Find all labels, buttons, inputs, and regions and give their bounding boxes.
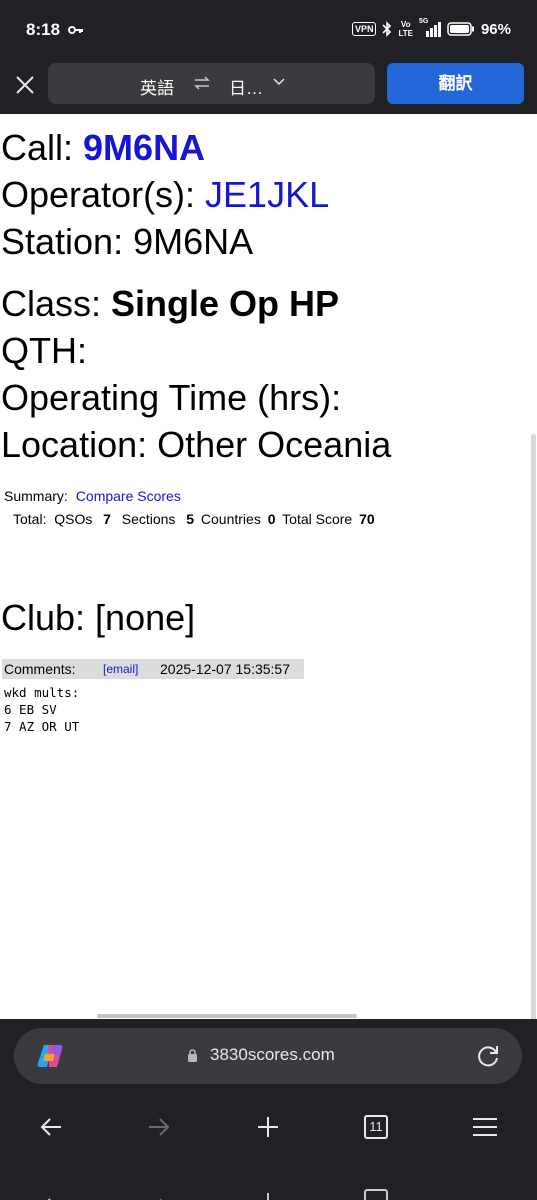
- ghost-plus-icon: [267, 1193, 269, 1200]
- new-tab-plus-icon[interactable]: [250, 1109, 286, 1145]
- close-icon[interactable]: [12, 72, 38, 98]
- countries-value: 0: [267, 511, 276, 527]
- club-label: Club:: [1, 597, 96, 638]
- qsos-label: QSOs: [54, 511, 93, 527]
- club-row: Club: [none]: [1, 594, 195, 641]
- key-icon: [68, 26, 83, 34]
- total-label: Total:: [13, 511, 47, 527]
- comment-line: 6 EB SV: [4, 702, 57, 717]
- browser-bottom-bar: 3830scores.com 11: [0, 1019, 537, 1200]
- menu-icon[interactable]: [467, 1109, 503, 1145]
- qth-row: QTH:: [1, 330, 87, 371]
- qsos-value: 7: [103, 511, 111, 527]
- summary-label: Summary:: [4, 488, 68, 504]
- comments-header: Comments: [email] 2025-12-07 15:35:57: [2, 659, 304, 679]
- totals-row: Total: QSOs 7 Sections 5 Countries 0 Tot…: [13, 511, 378, 527]
- vpn-icon: VPN: [351, 22, 377, 36]
- status-time: 8:18: [26, 20, 61, 39]
- comment-line: 7 AZ OR UT: [4, 719, 80, 734]
- call-label: Call:: [1, 127, 84, 168]
- call-row: Call: 9M6NA: [1, 124, 205, 171]
- page-content: Call: 9M6NA Operator(s): JE1JKL Station:…: [0, 114, 537, 1124]
- status-bar: 8:18 VPN Vo LTE 5G 96%: [0, 0, 537, 62]
- ghost-forward-icon: [159, 1198, 163, 1200]
- reload-icon[interactable]: [474, 1042, 502, 1070]
- compare-scores-link[interactable]: Compare Scores: [76, 488, 181, 504]
- club-value: [none]: [95, 597, 196, 638]
- comments-label: Comments:: [4, 661, 76, 677]
- back-arrow-icon[interactable]: [33, 1109, 69, 1145]
- address-bar[interactable]: 3830scores.com: [14, 1028, 522, 1084]
- ghost-back-icon: [47, 1198, 51, 1200]
- score-label: Total Score: [282, 511, 353, 527]
- forward-arrow-icon[interactable]: [141, 1109, 177, 1145]
- url-text[interactable]: 3830scores.com: [210, 1045, 335, 1065]
- volte-bottom: LTE: [398, 29, 413, 38]
- target-language: 日…: [229, 79, 263, 98]
- lock-icon: [188, 1049, 197, 1062]
- battery-percent: 96%: [480, 20, 511, 38]
- chevron-down-icon: [273, 78, 285, 86]
- translate-button[interactable]: 翻訳: [387, 63, 524, 104]
- translate-toolbar: 英語 日… 翻訳: [0, 62, 537, 114]
- language-selector[interactable]: 英語 日…: [48, 63, 375, 104]
- copilot-icon[interactable]: [35, 1042, 65, 1070]
- station-value: 9M6NA: [133, 221, 254, 262]
- comment-body: wkd mults: 6 EB SV 7 AZ OR UT: [4, 684, 79, 735]
- summary-row: Summary: Compare Scores: [4, 488, 181, 504]
- operator-link[interactable]: JE1JKL: [205, 174, 329, 215]
- operators-label: Operator(s):: [1, 174, 206, 215]
- tab-switcher-button[interactable]: 11: [364, 1115, 388, 1139]
- 5g-signal-icon: 5G: [419, 18, 441, 37]
- navigation-row: 11: [0, 1109, 537, 1145]
- comment-timestamp: 2025-12-07 15:35:57: [160, 661, 290, 677]
- class-value: Single Op HP: [111, 283, 340, 324]
- comment-line: wkd mults:: [4, 685, 80, 700]
- volte-top: Vo: [400, 20, 411, 29]
- horizontal-scrollbar[interactable]: [97, 1014, 357, 1018]
- station-label: Station:: [1, 221, 134, 262]
- operating-time-row: Operating Time (hrs):: [1, 377, 342, 418]
- ghost-navigation-row: [0, 1189, 537, 1200]
- operators-row: Operator(s): JE1JKL: [1, 171, 329, 218]
- class-row: Class: Single Op HP: [1, 280, 339, 327]
- score-value: 70: [359, 511, 375, 527]
- source-language: 英語: [140, 79, 174, 98]
- sections-value: 5: [186, 511, 195, 527]
- sections-label: Sections: [121, 511, 176, 527]
- countries-label: Countries: [200, 511, 261, 527]
- ghost-tab-icon: [364, 1189, 388, 1200]
- email-link[interactable]: [email]: [103, 659, 138, 679]
- status-icons: VPN Vo LTE 5G 96%: [351, 18, 511, 38]
- volte-icon: Vo LTE: [398, 20, 413, 38]
- call-link[interactable]: 9M6NA: [83, 127, 205, 168]
- bluetooth-icon: [382, 21, 392, 37]
- swap-icon: [194, 76, 210, 90]
- battery-icon: [447, 22, 474, 36]
- location-label: Location:: [1, 424, 158, 465]
- station-row: Station: 9M6NA: [1, 218, 253, 265]
- class-label: Class:: [1, 283, 112, 324]
- location-value: Other Oceania: [157, 424, 392, 465]
- location-row: Location: Other Oceania: [1, 421, 391, 468]
